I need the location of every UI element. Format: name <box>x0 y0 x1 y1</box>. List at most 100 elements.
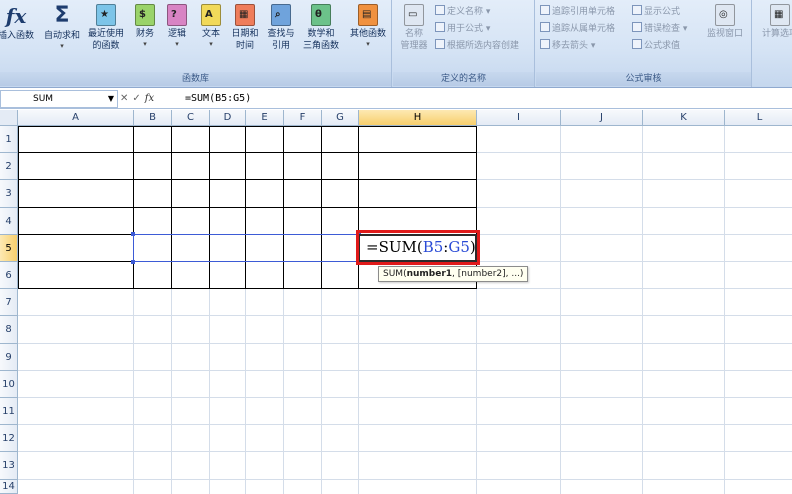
value-cell[interactable] <box>322 153 358 179</box>
chevron-down-icon[interactable]: ▼ <box>108 91 114 107</box>
column-header-f[interactable]: F <box>284 110 322 126</box>
row-header-7[interactable]: 7 <box>0 289 18 317</box>
value-cell[interactable] <box>322 180 358 206</box>
value-cell[interactable] <box>359 153 476 179</box>
value-cell[interactable] <box>246 180 283 206</box>
employee-name-cell[interactable] <box>18 235 133 261</box>
table-border <box>18 288 477 290</box>
value-cell[interactable] <box>210 208 245 234</box>
cancel-icon[interactable]: ✕ <box>120 93 128 104</box>
value-cell[interactable] <box>284 208 321 234</box>
value-cell[interactable] <box>210 153 245 179</box>
value-cell[interactable] <box>246 153 283 179</box>
row-header-11[interactable]: 11 <box>0 398 18 426</box>
column-header-b[interactable]: B <box>134 110 172 126</box>
enter-check-icon[interactable]: ✓ <box>132 93 140 104</box>
header-cell[interactable] <box>134 126 171 152</box>
trace-precedents-button[interactable]: 追踪引用单元格 <box>540 5 615 19</box>
value-cell[interactable] <box>172 180 209 206</box>
text-button[interactable]: A 文本 ▾ <box>196 4 226 49</box>
row-header-6[interactable]: 6 <box>0 262 18 290</box>
header-cell[interactable] <box>359 126 476 152</box>
column-header-a[interactable]: A <box>18 110 134 126</box>
range-handle[interactable] <box>131 231 135 236</box>
insert-function-button[interactable]: fx 插入函数 <box>0 4 38 42</box>
lookup-book-icon: ⌕ <box>271 4 291 26</box>
value-cell[interactable] <box>322 208 358 234</box>
define-name-button[interactable]: 定义名称 ▾ <box>435 5 490 19</box>
watch-window-button[interactable]: ◎ 监视窗口 <box>702 4 748 40</box>
gridline <box>18 451 792 453</box>
row-header-3[interactable]: 3 <box>0 180 18 208</box>
fx-icon: fx <box>5 4 27 28</box>
calc-options-button[interactable]: ▦ 计算选项 <box>755 4 792 40</box>
value-cell[interactable] <box>134 153 171 179</box>
row-header-8[interactable]: 8 <box>0 316 18 344</box>
row-header-5[interactable]: 5 <box>0 234 18 262</box>
column-header-d[interactable]: D <box>210 110 246 126</box>
use-in-formula-button[interactable]: 用于公式 ▾ <box>435 22 490 36</box>
column-header-g[interactable]: G <box>322 110 359 126</box>
trace-dependents-button[interactable]: 追踪从属单元格 <box>540 22 615 36</box>
autosum-button[interactable]: Σ 自动求和 ▾ <box>42 4 82 51</box>
recent-functions-button[interactable]: ★ 最近使用 的函数 <box>84 4 128 52</box>
trace-arrow-icon <box>540 5 550 15</box>
logical-book-icon: ? <box>167 4 187 26</box>
datetime-button[interactable]: ▦ 日期和 时间 <box>228 4 262 52</box>
column-header-k[interactable]: K <box>643 110 725 126</box>
formula-input[interactable]: =SUM(B5:G5) <box>185 90 251 108</box>
row-header-14[interactable]: 14 <box>0 479 18 494</box>
remove-arrows-button[interactable]: 移去箭头 ▾ <box>540 39 595 53</box>
name-box[interactable]: SUM ▼ <box>0 90 118 108</box>
column-header-l[interactable]: L <box>725 110 792 126</box>
row-header-2[interactable]: 2 <box>0 153 18 181</box>
row-header-10[interactable]: 10 <box>0 370 18 398</box>
financial-button[interactable]: $ 财务 ▾ <box>130 4 160 49</box>
value-cell[interactable] <box>172 208 209 234</box>
employee-name-cell[interactable] <box>18 153 133 179</box>
range-handle[interactable] <box>131 260 135 264</box>
more-functions-button[interactable]: ▤ 其他函数 ▾ <box>346 4 390 49</box>
employee-name-cell[interactable] <box>18 180 133 206</box>
logical-button[interactable]: ? 逻辑 ▾ <box>162 4 192 49</box>
row-header-13[interactable]: 13 <box>0 452 18 480</box>
column-header-h[interactable]: H <box>359 110 477 126</box>
footer-label-cell[interactable] <box>18 262 133 288</box>
math-trig-button[interactable]: θ 数学和 三角函数 <box>298 4 344 52</box>
value-cell[interactable] <box>134 180 171 206</box>
evaluate-formula-button[interactable]: 公式求值 <box>632 39 680 53</box>
header-cell[interactable] <box>322 126 358 152</box>
header-cell[interactable] <box>18 126 133 152</box>
error-checking-button[interactable]: 错误检查 ▾ <box>632 22 687 36</box>
header-cell[interactable] <box>172 126 209 152</box>
name-manager-button[interactable]: ▭ 名称 管理器 <box>395 4 433 52</box>
employee-name-cell[interactable] <box>18 208 133 234</box>
gridline <box>560 126 561 494</box>
value-cell[interactable] <box>246 208 283 234</box>
value-cell[interactable] <box>284 153 321 179</box>
column-header-c[interactable]: C <box>172 110 210 126</box>
row-header-9[interactable]: 9 <box>0 343 18 371</box>
header-cell[interactable] <box>210 126 245 152</box>
row-header-12[interactable]: 12 <box>0 425 18 453</box>
row-header-4[interactable]: 4 <box>0 207 18 235</box>
column-header-i[interactable]: I <box>477 110 561 126</box>
value-cell[interactable] <box>134 208 171 234</box>
show-formulas-button[interactable]: 显示公式 <box>632 5 680 19</box>
value-cell[interactable] <box>284 180 321 206</box>
formula-bar: SUM ▼ ✕ ✓ fx =SUM(B5:G5) <box>0 89 792 109</box>
value-cell[interactable] <box>359 180 476 206</box>
header-cell[interactable] <box>284 126 321 152</box>
row-header-1[interactable]: 1 <box>0 126 18 154</box>
value-cell[interactable] <box>210 180 245 206</box>
create-from-selection-button[interactable]: 根据所选内容创建 <box>435 39 519 53</box>
formula-auditing-label: 公式审核 <box>536 72 751 86</box>
select-all-corner[interactable] <box>0 110 18 126</box>
value-cell[interactable] <box>172 153 209 179</box>
chevron-down-icon: ▾ <box>175 40 179 48</box>
header-cell[interactable] <box>246 126 283 152</box>
column-header-j[interactable]: J <box>561 110 643 126</box>
lookup-button[interactable]: ⌕ 查找与 引用 <box>264 4 298 52</box>
column-header-e[interactable]: E <box>246 110 284 126</box>
fx-icon[interactable]: fx <box>145 93 154 104</box>
